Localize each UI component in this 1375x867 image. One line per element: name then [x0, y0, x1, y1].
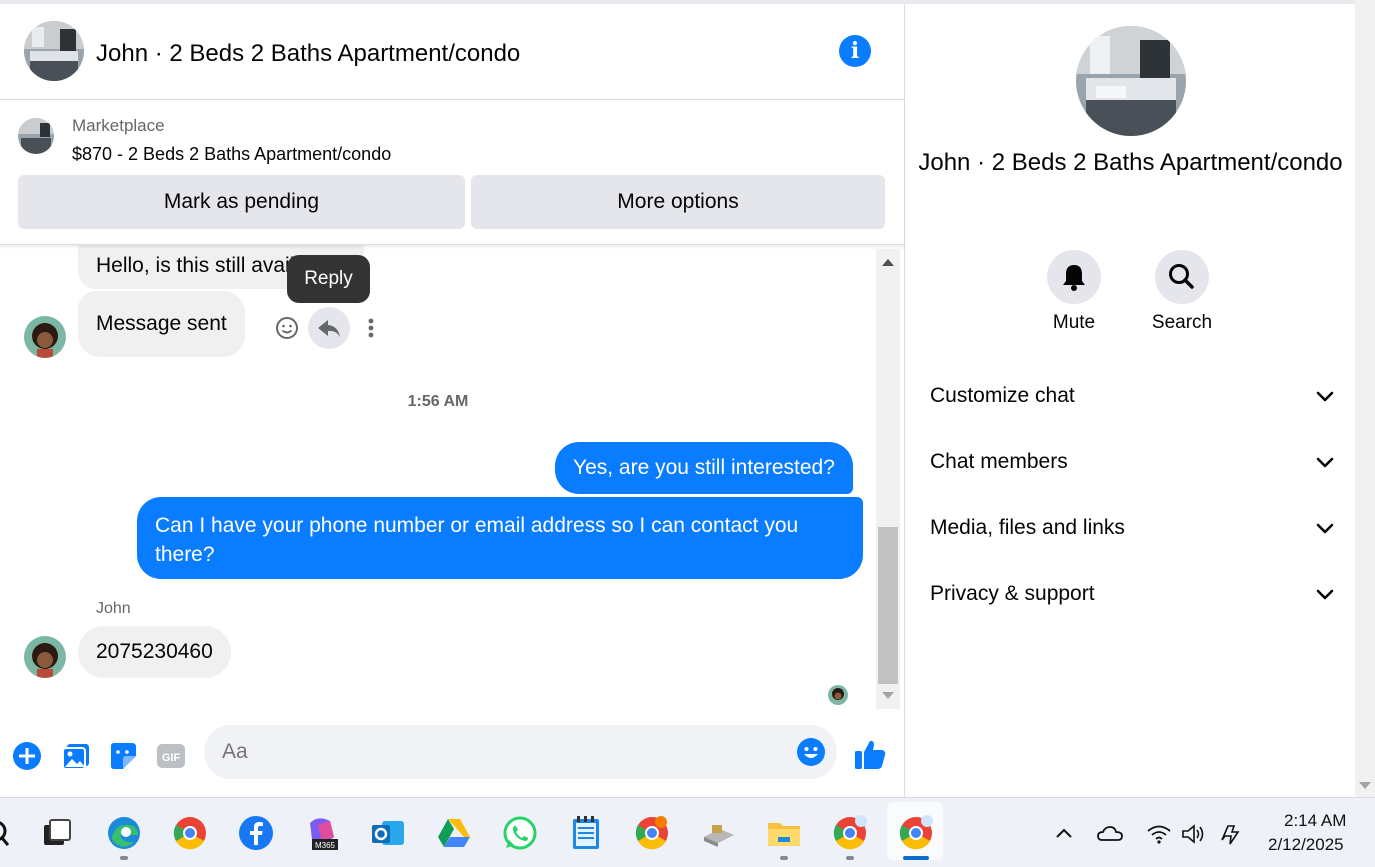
m365-icon[interactable]: M365 — [304, 815, 340, 851]
chat-pane: John · 2 Beds 2 Baths Apartment/condo i … — [0, 4, 904, 797]
taskbar: M365 2:14 AM 2/12/2025 — [0, 797, 1375, 867]
task-view-icon[interactable] — [40, 815, 76, 851]
sender-name: John — [96, 600, 131, 617]
file-explorer-icon[interactable] — [766, 815, 802, 851]
marketplace-banner: Marketplace $870 - 2 Beds 2 Baths Apartm… — [0, 101, 904, 245]
message-input-box[interactable] — [204, 725, 837, 779]
thumbs-up-icon[interactable] — [853, 737, 887, 771]
message-bubble-in[interactable]: 2075230460 — [78, 626, 231, 678]
search-label: Search — [1151, 312, 1213, 333]
message-bubble-out[interactable]: Can I have your phone number or email ad… — [137, 497, 863, 579]
menu-customize-chat[interactable]: Customize chat — [930, 376, 1335, 416]
menu-media-files-links[interactable]: Media, files and links — [930, 508, 1335, 548]
photo-icon[interactable] — [61, 741, 91, 771]
battery-charging-icon[interactable] — [1218, 822, 1244, 846]
message-list[interactable]: Hello, is this still available? Reply Me… — [0, 245, 876, 709]
reply-tooltip: Reply — [287, 255, 370, 303]
facebook-icon[interactable] — [238, 815, 274, 851]
search-icon[interactable] — [0, 815, 24, 851]
message-bubble-in[interactable]: Message sent — [78, 291, 245, 357]
wifi-icon[interactable] — [1146, 822, 1172, 846]
chat-title: John · 2 Beds 2 Baths Apartment/condo — [96, 40, 521, 67]
edge-icon[interactable] — [106, 815, 142, 851]
react-icon[interactable] — [275, 316, 299, 340]
emoji-icon[interactable] — [796, 737, 826, 767]
search-button[interactable] — [1155, 250, 1209, 304]
scroll-down-icon[interactable] — [1359, 782, 1371, 789]
mute-button[interactable] — [1047, 250, 1101, 304]
menu-chat-members[interactable]: Chat members — [930, 442, 1335, 482]
running-indicator — [120, 856, 128, 860]
profile-name: John · 2 Beds 2 Baths Apartment/condo — [918, 149, 1343, 176]
svg-text:M365: M365 — [315, 841, 336, 850]
info-icon[interactable]: i — [839, 35, 871, 67]
more-actions-icon[interactable] — [363, 316, 379, 340]
outlook-icon[interactable] — [370, 815, 406, 851]
details-panel: John · 2 Beds 2 Baths Apartment/condo Mu… — [904, 4, 1355, 797]
running-indicator — [846, 856, 854, 860]
listing-price[interactable]: $870 - 2 Beds 2 Baths Apartment/condo — [72, 144, 391, 165]
scroll-thumb[interactable] — [878, 527, 898, 684]
chevron-up-icon[interactable] — [1052, 822, 1076, 846]
menu-privacy-support[interactable]: Privacy & support — [930, 574, 1335, 614]
running-indicator — [780, 856, 788, 860]
chevron-down-icon — [1316, 523, 1334, 534]
add-icon[interactable] — [12, 741, 42, 771]
notepad-icon[interactable] — [568, 815, 604, 851]
chevron-down-icon — [1316, 457, 1334, 468]
marketplace-label: Marketplace — [72, 116, 165, 135]
chat-header: John · 2 Beds 2 Baths Apartment/condo i — [0, 4, 904, 100]
chevron-down-icon — [1316, 589, 1334, 600]
volume-icon[interactable] — [1180, 822, 1208, 846]
profile-avatar[interactable] — [1076, 26, 1186, 136]
gif-icon[interactable]: GIF — [156, 741, 186, 771]
message-scrollbar[interactable] — [876, 249, 900, 709]
chrome-profile-icon[interactable] — [832, 815, 868, 851]
seen-avatar — [828, 685, 848, 705]
drive-tool-icon[interactable] — [700, 815, 736, 851]
chrome-profile-icon[interactable] — [898, 815, 934, 851]
scroll-down-icon[interactable] — [882, 692, 894, 699]
mark-pending-button[interactable]: Mark as pending — [18, 175, 465, 229]
active-indicator — [903, 856, 929, 860]
google-drive-icon[interactable] — [436, 815, 472, 851]
timestamp: 1:56 AM — [407, 393, 469, 410]
more-options-button[interactable]: More options — [471, 175, 885, 229]
whatsapp-icon[interactable] — [502, 815, 538, 851]
scroll-up-icon[interactable] — [882, 259, 894, 266]
clock-date[interactable]: 2/12/2025 — [1268, 835, 1344, 855]
message-bubble-out[interactable]: Yes, are you still interested? — [555, 442, 853, 494]
listing-avatar[interactable] — [24, 21, 84, 81]
listing-thumbnail[interactable] — [18, 118, 54, 154]
mute-label: Mute — [1052, 312, 1096, 333]
reply-icon[interactable] — [308, 307, 350, 349]
message-input[interactable] — [222, 725, 782, 779]
chrome-icon[interactable] — [172, 815, 208, 851]
chrome-profile-icon[interactable] — [634, 815, 670, 851]
page-scrollbar[interactable] — [1355, 0, 1375, 797]
svg-text:GIF: GIF — [162, 752, 181, 764]
sticker-icon[interactable] — [108, 741, 138, 771]
clock-time[interactable]: 2:14 AM — [1284, 811, 1346, 831]
onedrive-icon[interactable] — [1096, 822, 1124, 846]
composer: GIF — [0, 717, 904, 797]
chevron-down-icon — [1316, 391, 1334, 402]
john-avatar[interactable] — [24, 636, 66, 678]
john-avatar[interactable] — [24, 316, 66, 358]
